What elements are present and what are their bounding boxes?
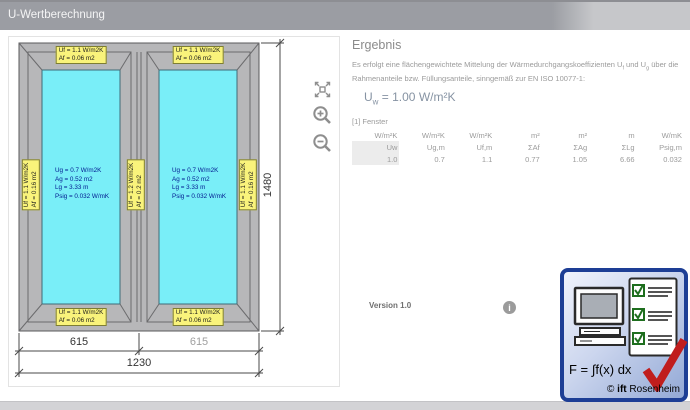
ift-rosenheim-logo: F = ∫f(x) dx © ift Rosenheim — [560, 268, 688, 402]
frame-label-left: Uf = 1.1 W/m2KAf = 0.16 m2 — [22, 160, 40, 211]
table-value: 0.032 — [637, 153, 684, 165]
view-tools — [312, 81, 333, 154]
footer-bar — [0, 401, 690, 410]
table-value: 1.1 — [447, 153, 494, 165]
table-unit: m² — [542, 129, 589, 141]
table-header: ΣAf — [494, 141, 541, 153]
table-value: 6.66 — [589, 153, 636, 165]
table-unit: m² — [494, 129, 541, 141]
glass-values-right: Ug = 0.7 W/m2KAg = 0.52 m2 Lg = 3.33 mPs… — [172, 167, 226, 201]
table-header: Uw — [352, 141, 399, 153]
table-header: ΣAg — [542, 141, 589, 153]
zoom-in-icon[interactable] — [312, 105, 333, 126]
table-unit: W/m²K — [447, 129, 494, 141]
info-icon[interactable]: i — [503, 301, 516, 314]
dimension-width-total: 1230 — [127, 357, 151, 369]
table-value: 0.77 — [494, 153, 541, 165]
result-table: W/m²K W/m²K W/m²K m² m² m W/mK Uw Ug,m U… — [352, 129, 684, 165]
title-bar: U-Wertberechnung — [0, 0, 690, 30]
zoom-out-icon[interactable] — [312, 133, 333, 154]
dimension-width-left: 615 — [70, 336, 88, 348]
diagram-panel: Uf = 1.1 W/m2KAf = 0.06 m2 Uf = 1.1 W/m2… — [8, 36, 340, 387]
table-unit: W/m²K — [352, 129, 399, 141]
table-header: Uf,m — [447, 141, 494, 153]
fit-to-screen-icon[interactable] — [314, 81, 331, 98]
frame-label-top-right: Uf = 1.1 W/m2KAf = 0.06 m2 — [173, 46, 224, 64]
frame-label-center-mullion: Uf = 1.2 W/m2KAf = 0.2 m2 — [127, 160, 145, 211]
table-value: 0.7 — [399, 153, 446, 165]
version-label: Version 1.0 — [369, 301, 411, 310]
table-value: 1.05 — [542, 153, 589, 165]
page-title: U-Wertberechnung — [8, 9, 105, 21]
table-header: Ug,m — [399, 141, 446, 153]
app-window: U-Wertberechnung — [0, 0, 690, 410]
dimension-width-right: 615 — [190, 336, 208, 348]
logo-copyright: © ift Rosenheim — [607, 384, 680, 395]
table-unit: W/mK — [637, 129, 684, 141]
frame-label-right: Uf = 1.1 W/m2KAf = 0.16 m2 — [239, 160, 257, 211]
dimension-height: 1480 — [262, 173, 274, 197]
glass-values-left: Ug = 0.7 W/m2KAg = 0.52 m2 Lg = 3.33 mPs… — [55, 167, 109, 201]
result-heading: Ergebnis — [352, 38, 684, 52]
result-table-caption: [1] Fenster — [352, 117, 684, 126]
table-header: ΣLg — [589, 141, 636, 153]
result-description: Es erfolgt eine flächengewichtete Mittel… — [352, 59, 684, 84]
frame-label-top-left: Uf = 1.1 W/m2KAf = 0.06 m2 — [56, 46, 107, 64]
frame-label-bottom-right: Uf = 1.1 W/m2KAf = 0.06 m2 — [173, 308, 224, 326]
table-unit: m — [589, 129, 636, 141]
window-drawing — [9, 37, 341, 386]
uw-result-value: Uw = 1.00 W/m²K — [364, 90, 684, 106]
frame-label-bottom-left: Uf = 1.1 W/m2KAf = 0.06 m2 — [56, 308, 107, 326]
formula-text: F = ∫f(x) dx — [569, 362, 631, 377]
table-unit: W/m²K — [399, 129, 446, 141]
table-value: 1.0 — [352, 153, 399, 165]
table-header: Psig,m — [637, 141, 684, 153]
computer-icon — [572, 286, 628, 346]
